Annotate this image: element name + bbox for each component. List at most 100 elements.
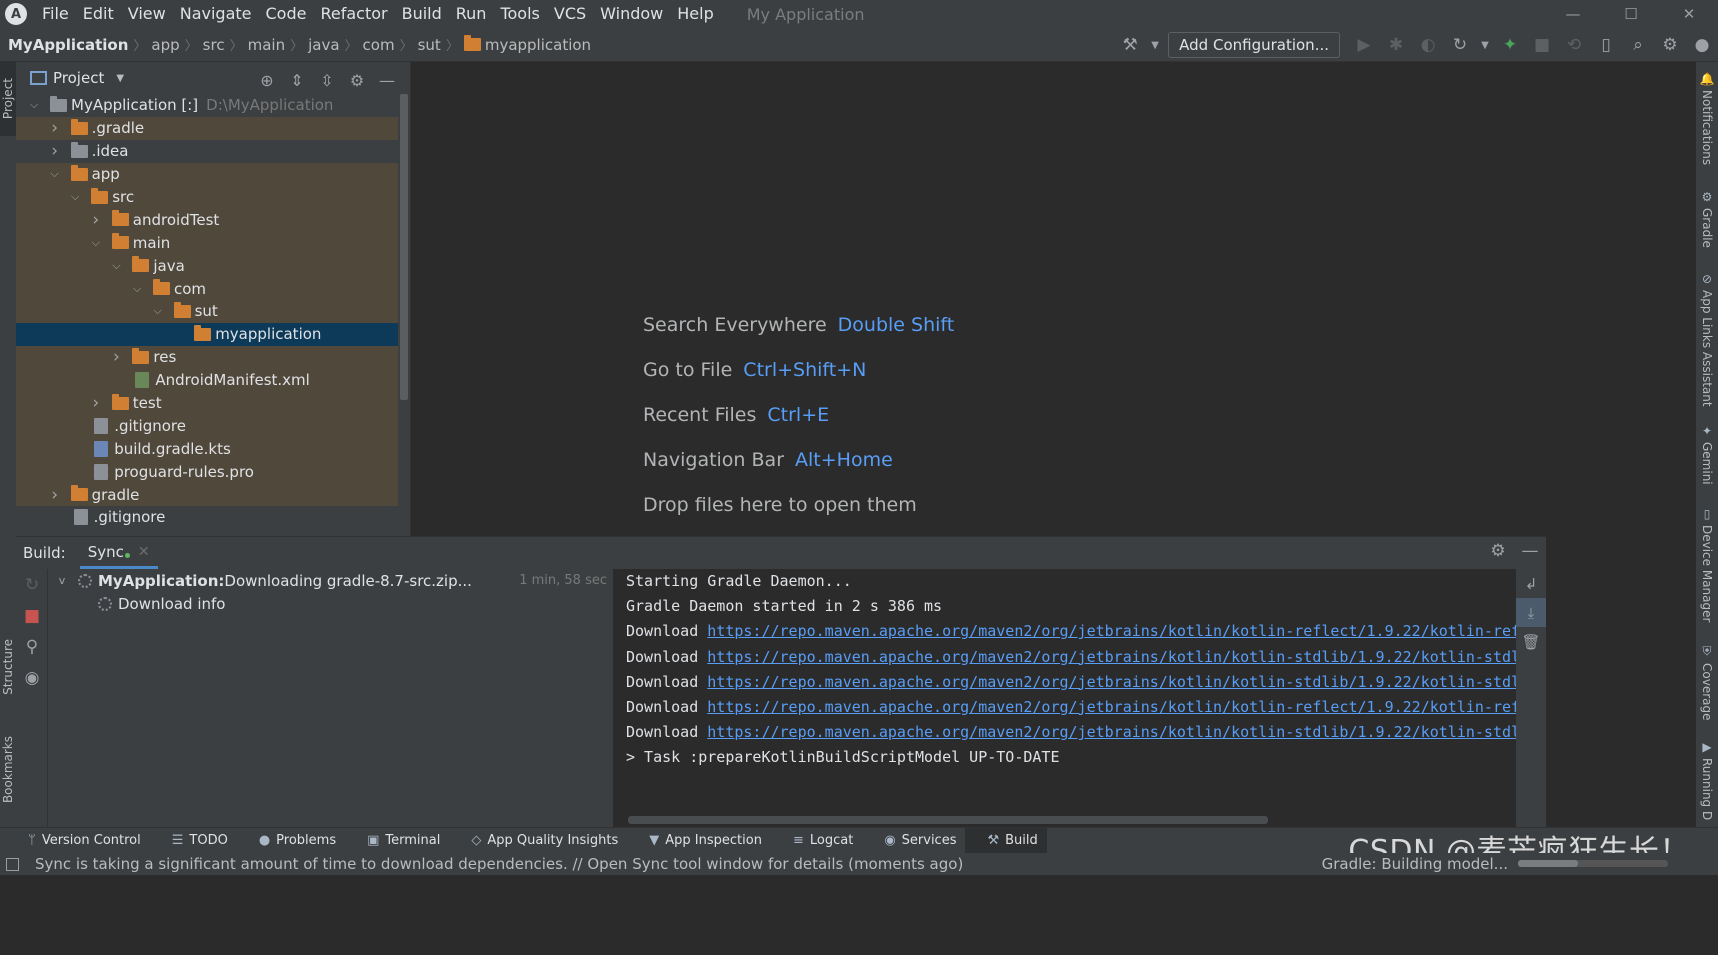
menu-refactor[interactable]: Refactor: [313, 0, 394, 28]
device-manager-icon[interactable]: ▯: [1590, 31, 1622, 59]
console-link[interactable]: https://repo.maven.apache.org/maven2/org…: [707, 648, 1516, 666]
tool-tab-build[interactable]: ⚒ Build: [965, 827, 1047, 854]
tree-row[interactable]: ⌵ sut: [16, 300, 398, 323]
right-tab-app-links-assistant[interactable]: ⊘ App Links Assistant: [1696, 272, 1718, 407]
account-icon[interactable]: ●: [1686, 31, 1718, 59]
tool-tab-app-inspection[interactable]: ▼ App Inspection: [627, 828, 771, 854]
right-tab-gemini[interactable]: ✦ Gemini: [1696, 424, 1718, 485]
menu-tools[interactable]: Tools: [493, 0, 546, 28]
right-tab-notifications[interactable]: 🔔 Notifications: [1696, 72, 1718, 165]
tool-tab-app-quality-insights[interactable]: ◇ App Quality Insights: [449, 828, 627, 854]
breadcrumb-item[interactable]: com: [360, 36, 398, 54]
apply-changes-icon[interactable]: ↻: [1444, 31, 1476, 59]
menu-vcs[interactable]: VCS: [547, 0, 593, 28]
right-tab-coverage[interactable]: ⛨ Coverage: [1696, 644, 1718, 721]
breadcrumb-item[interactable]: src: [200, 36, 228, 54]
tree-row[interactable]: .gitignore: [16, 414, 398, 438]
project-tool-tab[interactable]: Project: [0, 62, 16, 136]
bookmarks-tool-tab[interactable]: Bookmarks: [0, 722, 16, 817]
tree-row[interactable]: › .idea: [16, 140, 398, 163]
console-link[interactable]: https://repo.maven.apache.org/maven2/org…: [707, 698, 1516, 716]
chevron-down-icon[interactable]: ⌵: [90, 236, 102, 250]
right-tab-gradle[interactable]: ⚙ Gradle: [1696, 190, 1718, 248]
right-tab-device-manager[interactable]: ▯ Device Manager: [1696, 507, 1718, 622]
chevron-down-icon[interactable]: ⌵: [110, 259, 122, 273]
stop-icon[interactable]: ■: [16, 600, 48, 631]
gear-icon[interactable]: ⚙: [342, 66, 372, 94]
tool-tab-todo[interactable]: ☰ TODO: [150, 828, 237, 854]
build-console[interactable]: Starting Gradle Daemon... Gradle Daemon s…: [614, 569, 1516, 828]
tool-tab-logcat[interactable]: ≡ Logcat: [771, 828, 862, 854]
locate-target-icon[interactable]: ⊕: [252, 66, 282, 94]
clear-trash-icon[interactable]: 🗑: [1516, 627, 1546, 656]
pin-icon[interactable]: ⚲: [16, 631, 48, 662]
soft-wrap-icon[interactable]: ↲: [1516, 569, 1546, 598]
tab-sync[interactable]: Sync ✕: [79, 537, 158, 569]
eye-icon[interactable]: ◉: [16, 662, 48, 693]
chevron-down-icon[interactable]: v: [56, 574, 68, 587]
tree-row[interactable]: › test: [16, 391, 398, 415]
hide-panel-icon[interactable]: —: [372, 66, 402, 94]
breadcrumb-item[interactable]: myapplication: [461, 34, 594, 54]
breadcrumb-item[interactable]: main: [245, 36, 288, 54]
chevron-right-icon[interactable]: ›: [49, 485, 61, 505]
search-icon[interactable]: ⌕: [1622, 31, 1654, 59]
build-tree-child[interactable]: Download info: [48, 592, 613, 615]
tree-row[interactable]: › .gradle: [16, 116, 398, 140]
gear-icon[interactable]: ⚙: [1482, 537, 1514, 565]
status-message[interactable]: Sync is taking a significant amount of t…: [35, 855, 963, 873]
tree-row[interactable]: build.gradle.kts: [16, 437, 398, 461]
tree-row[interactable]: ⌵ com: [16, 277, 398, 301]
breadcrumb-item[interactable]: sut: [415, 36, 444, 54]
close-tab-icon[interactable]: ✕: [138, 544, 150, 560]
chevron-down-icon[interactable]: ⌵: [49, 167, 61, 181]
rerun-icon[interactable]: ↻: [16, 569, 48, 600]
tree-row[interactable]: ⌵ java: [16, 254, 398, 278]
tree-row[interactable]: ⌵ src: [16, 185, 398, 209]
chevron-right-icon[interactable]: ›: [49, 118, 61, 138]
chevron-down-icon[interactable]: ⌵: [69, 190, 81, 204]
menu-build[interactable]: Build: [395, 0, 449, 28]
build-tree-root[interactable]: v MyApplication: Downloading gradle-8.7-…: [48, 569, 613, 592]
menu-run[interactable]: Run: [449, 0, 494, 28]
profile-icon[interactable]: ◐: [1412, 31, 1444, 59]
collapse-all-icon[interactable]: ⇳: [312, 66, 342, 94]
console-horizontal-scrollbar[interactable]: [628, 816, 1268, 824]
debug-icon[interactable]: ✱: [1380, 31, 1412, 59]
tree-row[interactable]: ⌵ app: [16, 162, 398, 186]
tool-tab-version-control[interactable]: ᛘ Version Control: [0, 828, 150, 854]
console-link[interactable]: https://repo.maven.apache.org/maven2/org…: [707, 622, 1516, 640]
console-link[interactable]: https://repo.maven.apache.org/maven2/org…: [707, 673, 1516, 691]
tree-scrollbar[interactable]: [400, 94, 408, 400]
menu-edit[interactable]: Edit: [76, 0, 121, 28]
chevron-down-icon[interactable]: ▼: [116, 73, 124, 84]
settings-gear-icon[interactable]: ⚙: [1654, 31, 1686, 59]
chevron-down-icon[interactable]: ⌵: [28, 98, 40, 112]
chevron-right-icon[interactable]: ›: [90, 210, 102, 230]
structure-tool-tab[interactable]: Structure: [0, 622, 16, 712]
editor-empty-area[interactable]: Search Everywhere Double Shift Go to File C…: [410, 62, 1546, 536]
menu-file[interactable]: File: [35, 0, 76, 28]
menu-help[interactable]: Help: [670, 0, 720, 28]
tree-row[interactable]: .gitignore: [16, 506, 398, 529]
tool-tab-terminal[interactable]: ▣ Terminal: [345, 828, 449, 854]
menu-view[interactable]: View: [121, 0, 173, 28]
chevron-right-icon[interactable]: ›: [49, 141, 61, 161]
sync-gradle-icon[interactable]: ⟲: [1558, 31, 1590, 59]
tree-row[interactable]: ⌵ main: [16, 231, 398, 255]
hide-panel-icon[interactable]: —: [1514, 537, 1546, 565]
tool-tab-services[interactable]: ◉ Services: [862, 828, 965, 854]
menu-code[interactable]: Code: [259, 0, 314, 28]
add-configuration-button[interactable]: Add Configuration...: [1168, 32, 1340, 58]
close-button[interactable]: ✕: [1660, 0, 1718, 28]
minimize-button[interactable]: —: [1544, 0, 1602, 28]
console-link[interactable]: https://repo.maven.apache.org/maven2/org…: [707, 723, 1516, 741]
chevron-down-icon[interactable]: ⌵: [152, 304, 164, 318]
chevron-right-icon[interactable]: ›: [90, 393, 102, 413]
stop-icon[interactable]: ■: [1526, 31, 1558, 59]
tree-row[interactable]: › res: [16, 345, 398, 369]
menu-navigate[interactable]: Navigate: [173, 0, 259, 28]
breadcrumb-item[interactable]: java: [305, 36, 342, 54]
expand-all-icon[interactable]: ⇕: [282, 66, 312, 94]
run-icon[interactable]: ▶: [1348, 31, 1380, 59]
